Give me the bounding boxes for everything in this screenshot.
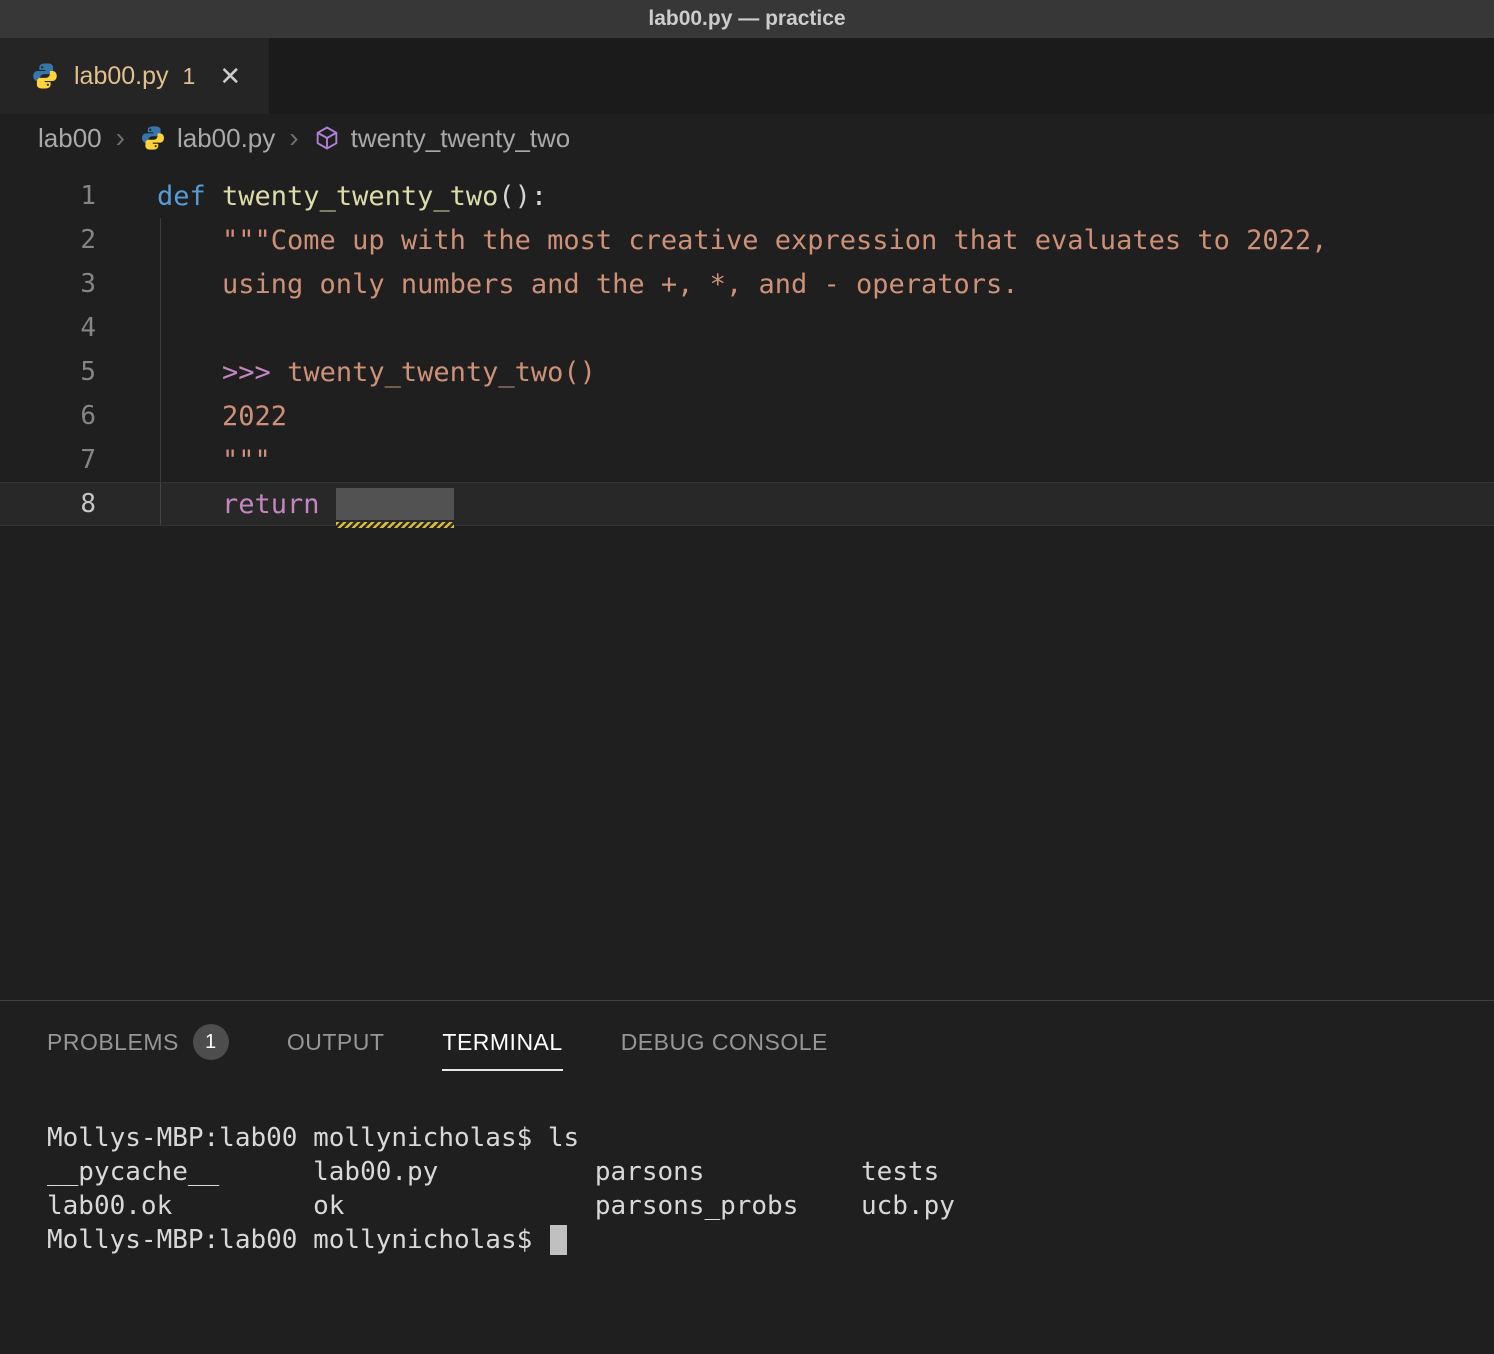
terminal-cursor [550,1225,567,1255]
keyword-return: return [222,489,336,520]
tab-filename: lab00.py [74,62,169,91]
breadcrumb-folder[interactable]: lab00 [38,123,102,154]
terminal-line: __pycache__ lab00.py parsons tests [47,1155,1494,1189]
problems-count-badge: 1 [193,1024,229,1060]
line-number: 5 [0,357,112,387]
code-line: 5 >>> twenty_twenty_two() [0,350,1494,394]
code-line: 4 [0,306,1494,350]
breadcrumb-separator-icon: › [116,122,125,154]
code-line: 6 2022 [0,394,1494,438]
tab-problems-badge: 1 [183,63,196,90]
doctest-prompt: >>> [222,357,287,388]
breadcrumb-symbol[interactable]: twenty_twenty_two [313,123,571,154]
doctest-call: twenty_twenty_two() [287,357,596,388]
doctest-expected-output: 2022 [157,401,287,432]
python-file-icon [139,124,167,152]
breadcrumb-separator-icon: › [289,122,298,154]
line-number: 6 [0,401,112,431]
code-line: 7 """ [0,438,1494,482]
line-number: 7 [0,445,112,475]
indent [157,489,222,520]
code-editor[interactable]: 1 def twenty_twenty_two(): 2 """Come up … [0,162,1494,1000]
window-title: lab00.py — practice [648,7,845,31]
code-line-current: 8 return [0,482,1494,526]
docstring-text: """Come up with the most creative expres… [157,225,1327,256]
bottom-panel: PROBLEMS 1 OUTPUT TERMINAL DEBUG CONSOLE… [0,1000,1494,1354]
panel-tab-terminal[interactable]: TERMINAL [442,1001,562,1083]
python-file-icon [30,61,60,91]
line-number: 2 [0,225,112,255]
code-line: 2 """Come up with the most creative expr… [0,218,1494,262]
line-number: 4 [0,313,112,343]
symbol-namespace-icon [313,124,341,152]
panel-tab-debug-console[interactable]: DEBUG CONSOLE [621,1001,828,1083]
window-titlebar: lab00.py — practice [0,0,1494,38]
terminal-prompt-line: Mollys-MBP:lab00 mollynicholas$ [47,1223,1494,1257]
terminal-output[interactable]: Mollys-MBP:lab00 mollynicholas$ ls __pyc… [0,1083,1494,1257]
panel-tab-problems[interactable]: PROBLEMS 1 [47,1001,229,1083]
function-name: twenty_twenty_two [222,181,498,212]
line-number: 1 [0,181,112,211]
editor-tab-lab00[interactable]: lab00.py 1 ✕ [0,38,269,114]
terminal-line: lab00.ok ok parsons_probs ucb.py [47,1189,1494,1223]
panel-tab-output[interactable]: OUTPUT [287,1001,385,1083]
punctuation: (): [498,181,547,212]
docstring-close: """ [157,445,271,476]
line-number: 8 [0,489,112,519]
code-line: 1 def twenty_twenty_two(): [0,174,1494,218]
docstring-text: using only numbers and the +, *, and - o… [157,269,1019,300]
keyword-def: def [157,181,222,212]
line-number: 3 [0,269,112,299]
code-line: 3 using only numbers and the +, *, and -… [0,262,1494,306]
indent [157,357,222,388]
breadcrumb-file[interactable]: lab00.py [139,123,275,154]
breadcrumb: lab00 › lab00.py › twenty_twenty_two [0,114,1494,162]
terminal-line: Mollys-MBP:lab00 mollynicholas$ ls [47,1121,1494,1155]
editor-tab-strip: lab00.py 1 ✕ [0,38,1494,114]
tab-close-icon[interactable]: ✕ [219,63,241,89]
panel-tab-bar: PROBLEMS 1 OUTPUT TERMINAL DEBUG CONSOLE [0,1001,1494,1083]
missing-expression-warning-box[interactable] [336,488,454,520]
